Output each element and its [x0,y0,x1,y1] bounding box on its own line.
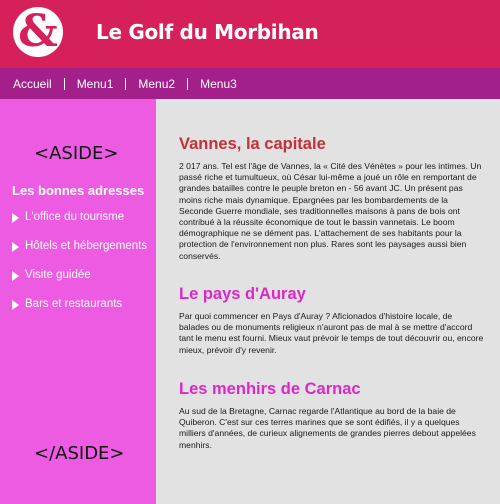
aside-link-label: L'office du tourisme [25,211,125,223]
triangle-bullet-icon [12,242,19,252]
ampersand-logo-icon: & [18,6,58,57]
article-title: Vannes, la capitale [179,135,326,153]
logo[interactable]: & [13,7,63,57]
article-text: 2 017 ans. Tel est l'âge de Vannes, la «… [179,161,482,261]
article-auray: Le pays d'Auray Par quoi commencer en Pa… [179,285,484,356]
aside-link-tourisme[interactable]: L'office du tourisme [12,211,147,240]
aside-link-visite[interactable]: Visite guidée [12,269,147,298]
article-title: Les menhirs de Carnac [179,380,361,398]
triangle-bullet-icon [12,300,19,310]
aside-sidebar: <ASIDE> Les bonnes adresses L'office du … [0,99,156,504]
aside-link-label: Visite guidée [25,269,91,281]
triangle-bullet-icon [12,271,19,281]
triangle-bullet-icon [12,213,19,223]
aside-link-label: Bars et restaurants [25,298,123,310]
nav-divider [125,77,127,90]
main-nav: Accueil Menu1 Menu2 Menu3 [0,68,500,99]
article-text: Par quoi commencer en Pays d'Auray ? Afi… [179,311,484,355]
aside-link-list: L'office du tourisme Hôtels et hébergeme… [12,211,147,327]
nav-divider [187,77,189,90]
article-vannes: Vannes, la capitale 2 017 ans. Tel est l… [179,135,484,262]
nav-item-menu3[interactable]: Menu3 [200,77,237,91]
aside-link-bars[interactable]: Bars et restaurants [12,298,147,327]
main-content: Vannes, la capitale 2 017 ans. Tel est l… [156,99,500,504]
aside-close-tag: </ASIDE> [34,443,125,464]
aside-open-tag: <ASIDE> [34,143,119,164]
site-header: & Le Golf du Morbihan [0,0,500,68]
nav-item-menu1[interactable]: Menu1 [77,77,114,91]
article-carnac: Les menhirs de Carnac Au sud de la Breta… [179,380,484,451]
nav-item-accueil[interactable]: Accueil [13,77,52,91]
aside-link-label: Hôtels et hébergements [25,240,148,252]
site-title: Le Golf du Morbihan [96,20,319,44]
article-text: Au sud de la Bretagne, Carnac regarde l'… [179,406,476,450]
nav-item-menu2[interactable]: Menu2 [138,77,175,91]
aside-heading: Les bonnes adresses [12,183,145,198]
nav-divider [63,77,65,90]
article-title: Le pays d'Auray [179,285,306,303]
aside-link-hotels[interactable]: Hôtels et hébergements [12,240,147,269]
